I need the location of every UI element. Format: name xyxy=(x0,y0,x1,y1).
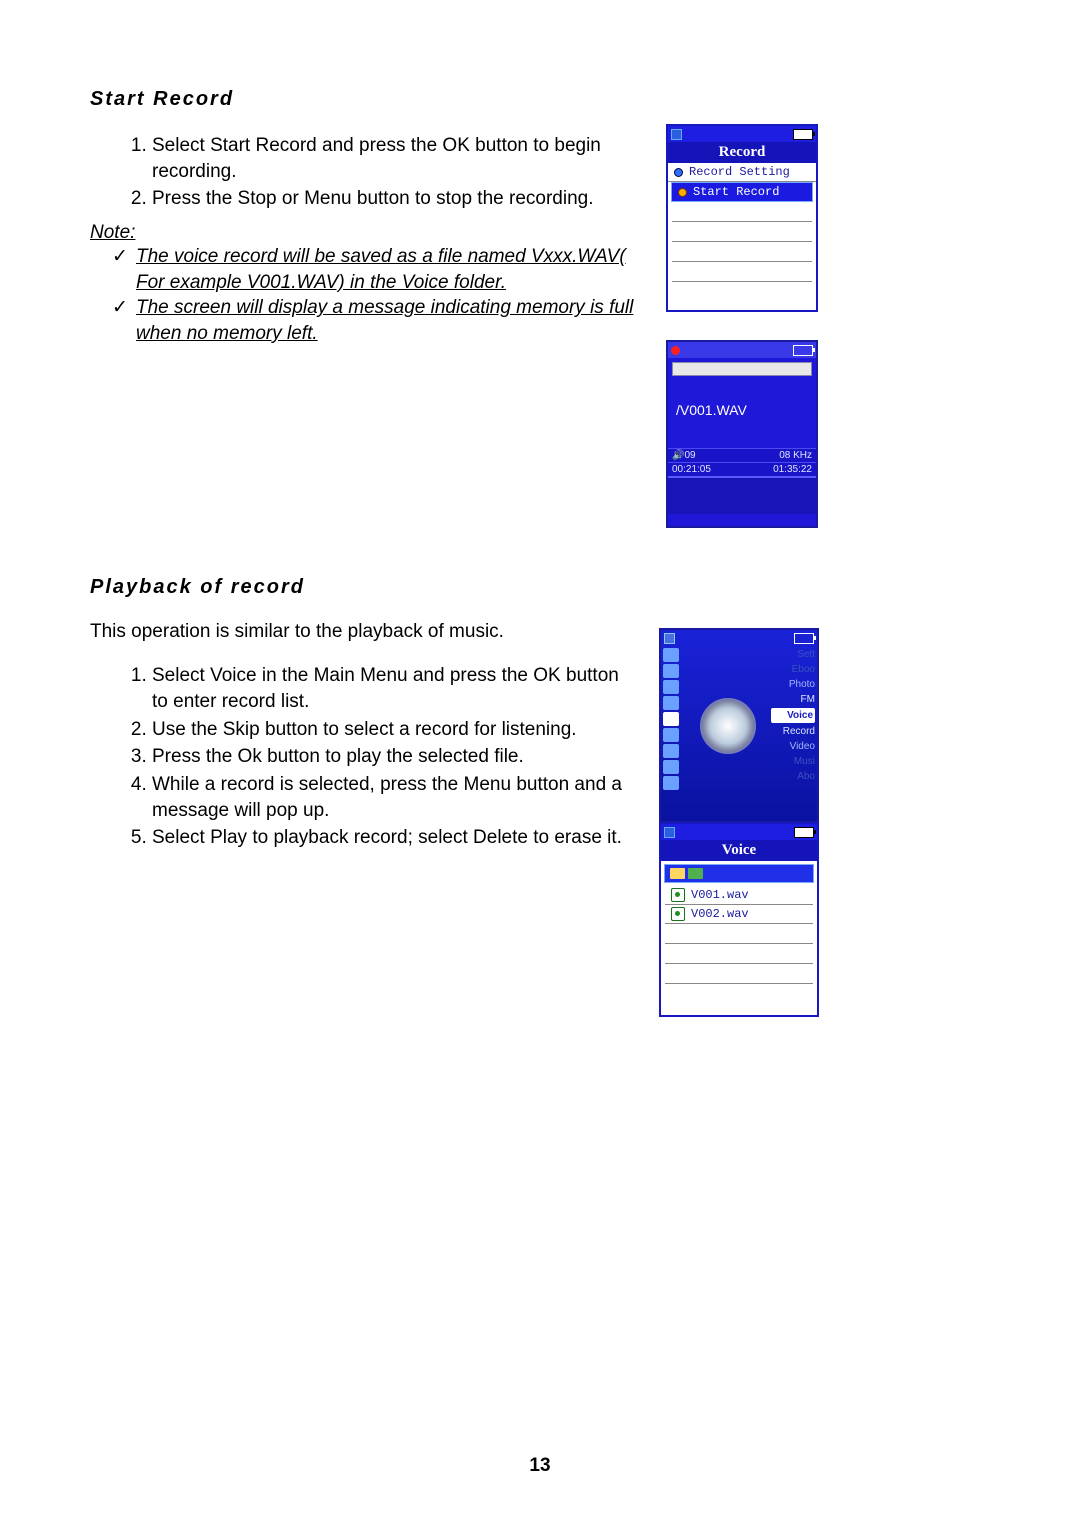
playback-intro: This operation is similar to the playbac… xyxy=(90,621,635,643)
menu-label: Start Record xyxy=(693,185,779,199)
menu-label: Video xyxy=(771,739,815,754)
elapsed-time: 00:21:05 xyxy=(672,464,711,475)
blank-row xyxy=(665,944,813,964)
menu-label: FM xyxy=(771,692,815,707)
blank-row xyxy=(672,262,812,282)
record-icon xyxy=(671,346,680,355)
voice-title: Voice xyxy=(661,840,817,861)
menu-item-record-setting: Record Setting xyxy=(668,163,816,182)
pstep-3: Press the Ok button to play the selected… xyxy=(152,744,635,770)
file-name: V002.wav xyxy=(691,907,749,921)
volume-indicator: 🔊09 xyxy=(672,450,696,461)
menu-label: Abo xyxy=(771,769,815,784)
playback-heading: Playback of record xyxy=(90,576,635,599)
pstep-5: Select Play to playback record; select D… xyxy=(152,825,635,851)
menu-label: Musi xyxy=(771,754,815,769)
recording-filename: /V001.WAV xyxy=(668,380,816,448)
menu-icon xyxy=(663,648,679,662)
start-record-heading: Start Record xyxy=(90,88,635,111)
blank-row xyxy=(665,964,813,984)
bullet-icon xyxy=(674,168,683,177)
menu-label-column: Sett Eboo Photo FM Voice Record Video Mu… xyxy=(769,646,817,806)
blank-row xyxy=(672,222,812,242)
menu-icon-voice xyxy=(663,712,679,726)
note-list: The voice record will be saved as a file… xyxy=(90,244,635,347)
menu-label-voice: Voice xyxy=(771,708,815,723)
step-2: Press the Stop or Menu button to stop th… xyxy=(152,186,635,212)
menu-icon xyxy=(663,760,679,774)
note-2: The screen will display a message indica… xyxy=(112,295,635,346)
pstep-4: While a record is selected, press the Me… xyxy=(152,772,635,823)
battery-icon xyxy=(794,633,814,644)
menu-icon xyxy=(663,776,679,790)
menu-label: Sett xyxy=(771,647,815,662)
step-1: Select Start Record and press the OK but… xyxy=(152,133,635,184)
file-name: V001.wav xyxy=(691,888,749,902)
menu-icon xyxy=(663,680,679,694)
menu-icon xyxy=(663,728,679,742)
file-row: V002.wav xyxy=(665,905,813,924)
blank-row xyxy=(665,924,813,944)
note-label: Note: xyxy=(90,222,635,244)
blank-row xyxy=(672,202,812,222)
note-1: The voice record will be saved as a file… xyxy=(112,244,635,295)
figure-record-menu: Record Record Setting Start Record xyxy=(666,124,818,312)
playback-steps: Select Voice in the Main Menu and press … xyxy=(90,663,635,850)
start-record-steps: Select Start Record and press the OK but… xyxy=(90,133,635,212)
browse-row xyxy=(664,864,814,883)
menu-icon xyxy=(663,696,679,710)
battery-icon xyxy=(793,129,813,140)
menu-icon-column xyxy=(661,646,687,806)
audio-file-icon xyxy=(671,888,685,902)
audio-file-icon xyxy=(671,907,685,921)
figure-main-menu: Sett Eboo Photo FM Voice Record Video Mu… xyxy=(659,628,819,823)
menu-item-start-record: Start Record xyxy=(671,182,813,202)
bullet-icon xyxy=(678,188,687,197)
menu-label: Eboo xyxy=(771,662,815,677)
page-number: 13 xyxy=(0,1455,1080,1477)
pstep-1: Select Voice in the Main Menu and press … xyxy=(152,663,635,714)
folder-icon xyxy=(670,868,685,879)
menu-icon xyxy=(663,664,679,678)
stop-icon xyxy=(664,827,675,838)
menu-center xyxy=(687,646,769,806)
menu-label: Record Setting xyxy=(689,165,790,179)
menu-icon xyxy=(663,744,679,758)
progress-bar xyxy=(672,362,812,376)
figure-voice-list: Voice V001.wav V002.wav xyxy=(659,822,819,1017)
menu-label: Photo xyxy=(771,677,815,692)
disc-icon xyxy=(700,698,756,754)
battery-icon xyxy=(794,827,814,838)
menu-label: Record xyxy=(771,724,815,739)
file-row: V001.wav xyxy=(665,886,813,905)
pstep-2: Use the Skip button to select a record f… xyxy=(152,717,635,743)
record-title: Record xyxy=(668,142,816,163)
bottom-block xyxy=(668,476,816,514)
stop-icon xyxy=(664,633,675,644)
stop-icon xyxy=(671,129,682,140)
sample-rate: 08 KHz xyxy=(779,450,812,461)
figure-recording-progress: /V001.WAV 🔊09 08 KHz 00:21:05 01:35:22 xyxy=(666,340,818,528)
remaining-time: 01:35:22 xyxy=(773,464,812,475)
battery-icon xyxy=(793,345,813,356)
blank-row xyxy=(672,242,812,262)
back-icon xyxy=(688,868,703,879)
